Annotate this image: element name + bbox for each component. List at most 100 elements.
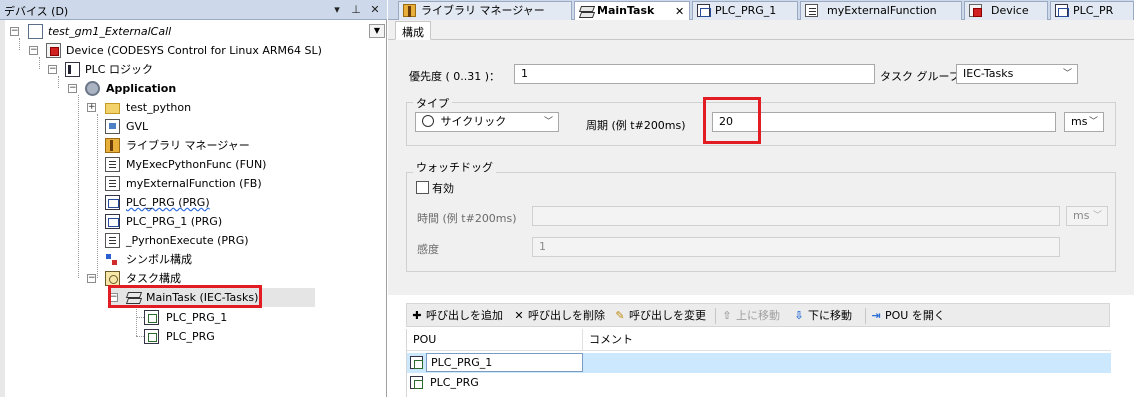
call-table: POU コメント PLC_PRG_1 PLC_PRG — [406, 329, 1111, 397]
function-block-icon — [805, 4, 818, 17]
sensitivity-input[interactable]: 1 — [532, 237, 1060, 257]
type-group-title: タイプ — [413, 95, 452, 111]
tab-myexternalfunction[interactable]: myExternalFunction — [800, 1, 962, 20]
application-gear-icon — [85, 81, 100, 96]
tree-item-label: ライブラリ マネージャー — [126, 139, 250, 152]
device-panel: デバイス (D) ▾ ⊥ ✕ ▼ − test_gm1_ExternalCall… — [0, 0, 387, 397]
open-pou-button[interactable]: ⇥ POU を開く — [870, 308, 944, 324]
watchdog-unit-value: ms — [1073, 209, 1090, 222]
expand-toggle-icon[interactable]: + — [87, 103, 96, 112]
panel-gutter — [0, 20, 5, 397]
pou-cell[interactable]: PLC_PRG — [426, 373, 583, 393]
program-call-icon — [410, 376, 423, 389]
task-type-value: サイクリック — [440, 115, 507, 128]
tree-item-label: test_python — [126, 101, 192, 114]
priority-label: 優先度 ( 0..31 )： — [409, 70, 501, 83]
panel-menu-icon[interactable]: ▾ — [329, 2, 345, 18]
task-group-value: IEC-Tasks — [963, 67, 1014, 80]
task-type-select[interactable]: サイクリック ﹀ — [415, 112, 559, 132]
chevron-down-icon: ﹀ — [1088, 117, 1098, 127]
delete-icon: ✕ — [514, 309, 524, 322]
change-call-label: 呼び出しを変更 — [629, 309, 706, 322]
device-panel-title: デバイス (D) — [4, 5, 69, 18]
tab-maintask[interactable]: MainTask ✕ — [574, 1, 690, 21]
library-manager-icon — [105, 138, 120, 153]
pin-icon[interactable]: ⊥ — [348, 2, 364, 18]
arrow-up-icon: ⇧ — [722, 309, 732, 322]
edit-icon: ✎ — [615, 309, 625, 322]
tab-label: PLC_PRG_1 — [715, 4, 777, 17]
move-up-button[interactable]: ⇧ 上に移動 — [721, 308, 780, 324]
tab-label: ライブラリ マネージャー — [421, 4, 545, 17]
watchdog-enable-checkbox[interactable] — [416, 181, 429, 194]
tree-item-label: PLC_PRG (PRG) — [126, 196, 210, 209]
symbol-config-icon — [105, 252, 120, 267]
add-call-label: 呼び出しを追加 — [426, 309, 503, 322]
tab-plc-pr[interactable]: PLC_PR — [1050, 1, 1134, 20]
delete-call-button[interactable]: ✕ 呼び出しを削除 — [513, 308, 605, 324]
chevron-down-icon: ﹀ — [543, 117, 553, 127]
project-icon — [28, 24, 43, 39]
collapse-toggle-icon[interactable]: − — [10, 27, 19, 36]
task-group-label: タスク グループ — [880, 70, 960, 83]
priority-input[interactable]: 1 — [514, 64, 875, 84]
watchdog-time-input[interactable] — [532, 206, 1060, 226]
tab-label: PLC_PR — [1073, 4, 1114, 17]
tab-plc-prg-1[interactable]: PLC_PRG_1 — [692, 1, 798, 20]
tree-item-label: GVL — [126, 120, 149, 133]
tree-item-label: _PyrhonExecute (PRG) — [126, 234, 249, 247]
close-tab-icon[interactable]: ✕ — [675, 3, 684, 20]
task-group-select[interactable]: IEC-Tasks ﹀ — [956, 64, 1078, 84]
watchdog-unit-select[interactable]: ms ﹀ — [1066, 206, 1108, 226]
folder-icon — [105, 103, 120, 114]
main-task-icon — [579, 4, 592, 17]
subtab-config[interactable]: 構成 — [395, 21, 431, 40]
interval-input[interactable]: 20 — [712, 112, 1056, 132]
watchdog-enable-label: 有効 — [432, 182, 454, 195]
toolbar-separator — [865, 308, 866, 324]
table-row[interactable]: PLC_PRG — [407, 373, 1111, 393]
tree-item-label: MyExecPythonFunc (FUN) — [126, 158, 267, 171]
column-header-pou[interactable]: POU — [407, 329, 583, 351]
delete-call-label: 呼び出しを削除 — [528, 309, 605, 322]
task-config-icon — [105, 271, 120, 286]
comment-cell[interactable] — [583, 373, 1111, 393]
program-icon — [1055, 4, 1069, 17]
tree-item-label: PLC_PRG — [166, 330, 215, 343]
tree-item-label: PLC_PRG_1 (PRG) — [126, 215, 223, 228]
change-call-button[interactable]: ✎ 呼び出しを変更 — [614, 308, 706, 324]
device-icon — [969, 4, 982, 17]
table-row[interactable]: PLC_PRG_1 — [407, 353, 1111, 373]
pou-cell[interactable]: PLC_PRG_1 — [426, 353, 583, 372]
tab-device[interactable]: Device — [964, 1, 1048, 20]
watchdog-time-label: 時間 (例 t#200ms) — [417, 212, 517, 225]
move-down-button[interactable]: ⇩ 下に移動 — [793, 308, 852, 324]
collapse-toggle-icon[interactable]: − — [48, 65, 57, 74]
function-block-icon — [105, 176, 120, 191]
clock-icon — [422, 115, 434, 127]
device-panel-dropdown[interactable]: ▼ — [369, 24, 385, 38]
program-icon — [697, 4, 711, 17]
task-editor: ライブラリ マネージャー MainTask ✕ PLC_PRG_1 myExte… — [388, 0, 1134, 397]
add-icon: ✚ — [412, 309, 422, 322]
tree-item-label: myExternalFunction (FB) — [126, 177, 262, 190]
tab-label: Device — [991, 4, 1029, 17]
interval-unit-value: ms — [1071, 115, 1088, 128]
gvl-icon — [105, 119, 120, 134]
comment-cell[interactable] — [583, 353, 1111, 373]
tab-library-manager[interactable]: ライブラリ マネージャー — [398, 1, 572, 20]
tree-item-label: PLC_PRG_1 — [166, 311, 228, 324]
column-header-comment[interactable]: コメント — [583, 329, 1111, 351]
device-icon — [46, 43, 61, 58]
collapse-toggle-icon[interactable]: − — [87, 274, 96, 283]
collapse-toggle-icon[interactable]: − — [29, 46, 38, 55]
interval-unit-select[interactable]: ms ﹀ — [1064, 112, 1104, 132]
add-call-button[interactable]: ✚ 呼び出しを追加 — [411, 308, 503, 324]
tree-item-label: PLC ロジック — [85, 63, 153, 76]
close-icon[interactable]: ✕ — [367, 2, 383, 18]
collapse-toggle-icon[interactable]: − — [68, 84, 77, 93]
open-pou-icon: ⇥ — [871, 309, 881, 322]
sensitivity-label: 感度 — [417, 243, 439, 256]
watchdog-group-title: ウォッチドッグ — [413, 159, 496, 175]
move-up-label: 上に移動 — [736, 309, 780, 322]
